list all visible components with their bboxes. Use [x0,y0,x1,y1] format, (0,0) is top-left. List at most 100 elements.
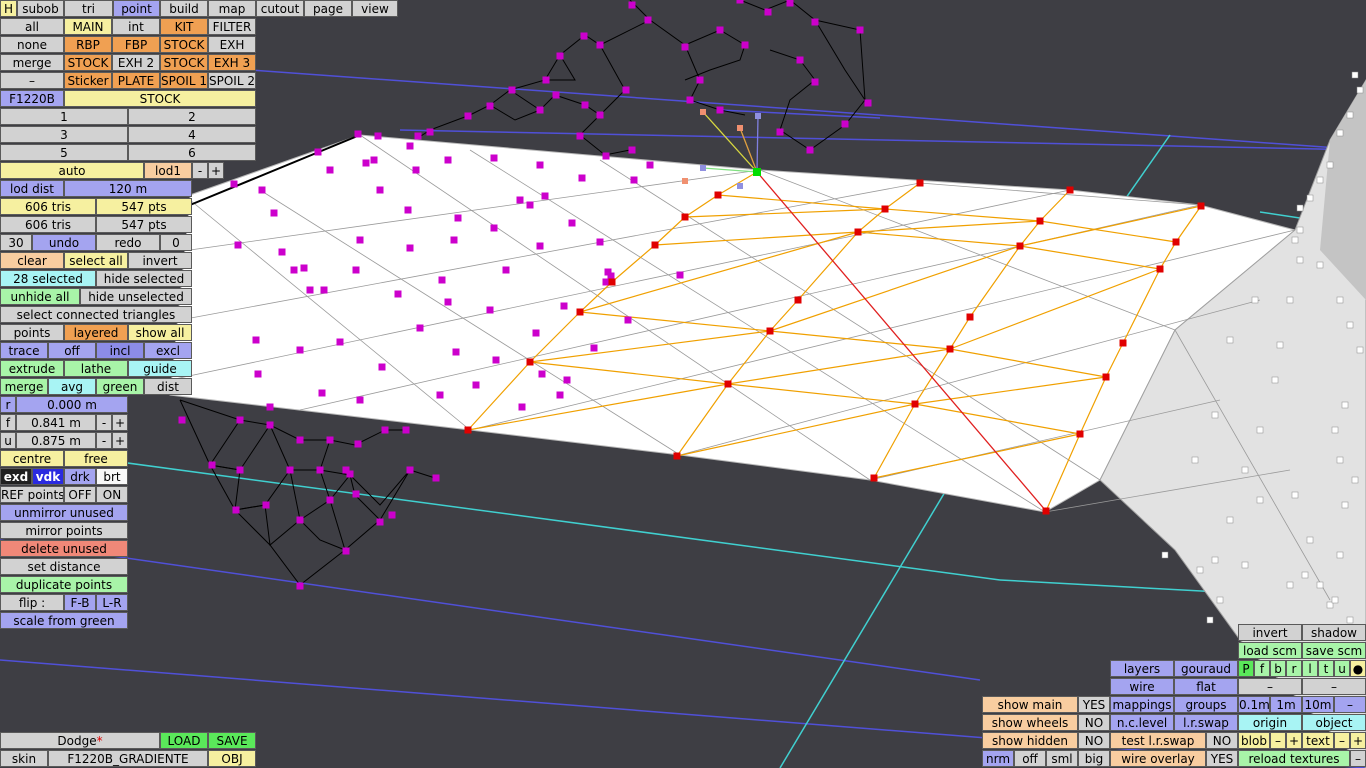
mesh-point[interactable] [841,120,849,128]
mesh-point[interactable] [1336,551,1344,559]
mesh-point[interactable] [1172,238,1180,246]
mesh-point[interactable] [881,205,889,213]
mesh-point[interactable] [1256,426,1264,434]
mesh-point[interactable] [578,174,586,182]
lod-level[interactable]: lod1 [144,162,192,179]
selected-count[interactable]: 28 selected [0,270,96,287]
mesh-point[interactable] [208,461,216,469]
text-minus[interactable]: – [1334,732,1350,749]
mesh-point[interactable] [266,403,274,411]
mesh-point[interactable] [178,416,186,424]
mesh-point[interactable] [766,327,774,335]
handle-point-5[interactable] [737,183,743,189]
reload-minus[interactable]: – [1350,750,1366,767]
mesh-point[interactable] [402,426,410,434]
mesh-point[interactable] [490,154,498,162]
mesh-point[interactable] [1036,217,1044,225]
slot-2[interactable]: 2 [128,108,256,125]
mesh-point[interactable] [856,26,864,34]
lod-dist-value[interactable]: 120 m [64,180,192,197]
mesh-point[interactable] [1256,496,1264,504]
mesh-point[interactable] [1336,456,1344,464]
ref-on[interactable]: ON [96,486,128,503]
parts-dash[interactable]: – [0,72,64,89]
mesh-point[interactable] [1102,373,1110,381]
mesh-point[interactable] [232,506,240,514]
mesh-point[interactable] [764,8,772,16]
mesh-point[interactable] [602,278,610,286]
select-connected-button[interactable]: select connected triangles [0,306,192,323]
mirror-points-button[interactable]: mirror points [0,522,128,539]
mesh-point[interactable] [1291,236,1299,244]
mesh-point[interactable] [1316,176,1324,184]
mesh-point[interactable] [1042,507,1050,515]
blob-plus[interactable]: + [1286,732,1302,749]
menu-build[interactable]: build [160,0,208,17]
mesh-point[interactable] [526,358,534,366]
mesh-point[interactable] [1226,516,1234,524]
mesh-point[interactable] [1346,111,1354,119]
f-minus[interactable]: - [96,414,112,431]
nrm-button[interactable]: nrm [982,750,1014,767]
flat-button[interactable]: flat [1174,678,1238,695]
save-button[interactable]: SAVE [208,732,256,749]
mesh-point[interactable] [336,338,344,346]
trace-excl[interactable]: excl [144,342,192,359]
mesh-point[interactable] [381,426,389,434]
duplicate-points-button[interactable]: duplicate points [0,576,128,593]
handle-point-3[interactable] [755,113,761,119]
grid-minus[interactable]: – [1334,696,1366,713]
mesh-point[interactable] [644,16,652,24]
mesh-point[interactable] [234,241,242,249]
part-exh-2[interactable]: EXH 2 [112,54,160,71]
origin-button[interactable]: origin [1238,714,1302,731]
mesh-point[interactable] [454,214,462,222]
part-exh[interactable]: EXH [208,36,256,53]
delete-unused-button[interactable]: delete unused [0,540,128,557]
mesh-point[interactable] [342,466,350,474]
load-button[interactable]: LOAD [160,732,208,749]
parts-merge[interactable]: merge [0,54,64,71]
mesh-point[interactable] [356,396,364,404]
flip-lr[interactable]: L-R [96,594,128,611]
mesh-point[interactable] [736,0,744,4]
active-point[interactable] [753,168,761,176]
render-brt[interactable]: brt [96,468,128,485]
unmirror-unused-button[interactable]: unmirror unused [0,504,128,521]
mesh-point[interactable] [536,242,544,250]
view-p[interactable]: P [1238,660,1254,677]
view-r[interactable]: r [1286,660,1302,677]
mesh-point[interactable] [541,192,549,200]
mesh-point[interactable] [492,356,500,364]
trace-off[interactable]: off [48,342,96,359]
mesh-point[interactable] [406,244,414,252]
mesh-point[interactable] [1356,86,1364,94]
menu-view[interactable]: view [352,0,398,17]
mesh-point[interactable] [1351,71,1359,79]
show-hidden-no[interactable]: NO [1078,732,1110,749]
render-drk[interactable]: drk [64,468,96,485]
mesh-point[interactable] [1276,341,1284,349]
mesh-point[interactable] [676,271,684,279]
mesh-point[interactable] [406,466,414,474]
variant-stock[interactable]: STOCK [64,90,256,107]
mesh-point[interactable] [716,26,724,34]
mesh-point[interactable] [362,159,370,167]
extrude-button[interactable]: extrude [0,360,64,377]
mesh-point[interactable] [681,43,689,51]
mesh-point[interactable] [444,298,452,306]
mesh-point[interactable] [628,146,636,154]
handle-point-4[interactable] [700,165,706,171]
mesh-point[interactable] [526,201,534,209]
mesh-point[interactable] [270,209,278,217]
mesh-point[interactable] [404,206,412,214]
mesh-point[interactable] [516,196,524,204]
free-button[interactable]: free [64,450,128,467]
part-int[interactable]: int [112,18,160,35]
mesh-point[interactable] [352,490,360,498]
mesh-point[interactable] [796,56,804,64]
mesh-point[interactable] [596,111,604,119]
slot-6[interactable]: 6 [128,144,256,161]
parts-none[interactable]: none [0,36,64,53]
render-exd[interactable]: exd [0,468,32,485]
